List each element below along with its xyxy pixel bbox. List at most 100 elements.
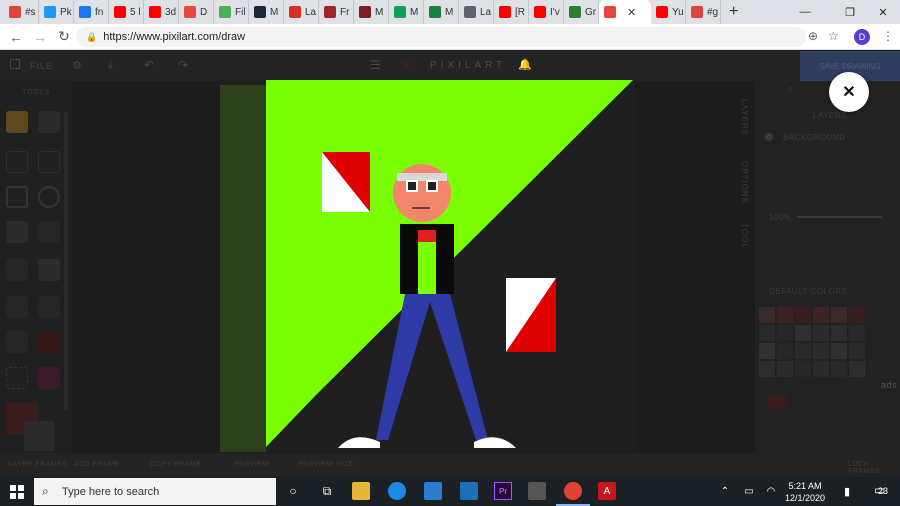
browser-tab[interactable]: fn (74, 0, 109, 24)
browser-tab[interactable]: Fr (319, 0, 354, 24)
browser-tab[interactable]: #s (4, 0, 39, 24)
select-tool-icon[interactable] (38, 259, 60, 281)
color-swatch[interactable] (777, 361, 793, 377)
browser-tab[interactable]: Yu (651, 0, 686, 24)
crop-tool-icon[interactable] (6, 367, 28, 389)
color-swatch[interactable] (831, 343, 847, 359)
new-tab-button[interactable]: + (721, 3, 746, 21)
color-swatch[interactable] (831, 361, 847, 377)
current-color-swatch[interactable] (767, 395, 787, 409)
tools-scrollbar[interactable] (64, 111, 68, 411)
task-view-icon[interactable]: ⧉ (318, 482, 336, 500)
browser-tab[interactable]: 3d (144, 0, 179, 24)
browser-tab[interactable]: Fil (214, 0, 249, 24)
back-icon[interactable]: ← (4, 25, 28, 49)
picker-tool-icon[interactable] (38, 221, 60, 243)
color-swatch[interactable] (849, 325, 865, 341)
mail-icon[interactable] (424, 482, 442, 500)
color-swatch[interactable] (795, 361, 811, 377)
close-dialog-button[interactable]: ✕ (829, 72, 869, 112)
copy-frame-button[interactable]: COPY FRAME (150, 461, 201, 468)
add-frame-button[interactable]: ADD FRAME (74, 461, 120, 468)
tab-tool[interactable]: TOOL (740, 223, 749, 249)
opacity-slider[interactable] (797, 216, 882, 218)
browser-tab[interactable]: #g (686, 0, 721, 24)
chevron-up-icon[interactable]: ⌃ (716, 482, 734, 500)
shade-tool-icon[interactable] (6, 331, 28, 353)
browser-tab[interactable]: La (284, 0, 319, 24)
browser-tab[interactable]: La (459, 0, 494, 24)
layer-visibility-icon[interactable] (765, 133, 773, 141)
heart-tool-icon[interactable] (38, 331, 60, 353)
store-icon[interactable] (528, 482, 546, 500)
layer-name[interactable]: BACKGROUND (783, 133, 845, 142)
restore-button[interactable]: ❐ (833, 0, 867, 24)
premiere-pro-icon[interactable]: Pr (494, 482, 512, 500)
file-explorer-icon[interactable] (352, 482, 370, 500)
color-swatch[interactable] (795, 325, 811, 341)
app-icon[interactable] (460, 482, 478, 500)
color-swatch[interactable] (759, 307, 775, 323)
browser-tab[interactable]: 5 l (109, 0, 144, 24)
browser-tab[interactable]: Pk (39, 0, 74, 24)
tab-layers[interactable]: LAYERS (740, 99, 749, 136)
line2-tool-icon[interactable] (38, 151, 60, 173)
color-swatch[interactable] (813, 307, 829, 323)
device-icon[interactable]: ▭ (740, 482, 758, 500)
color-swatch[interactable] (759, 325, 775, 341)
file-menu[interactable]: FILE (30, 61, 53, 71)
adobe-reader-icon[interactable]: A (598, 482, 616, 500)
avatar[interactable]: D (854, 29, 870, 45)
color-swatch[interactable] (777, 325, 793, 341)
browser-tab[interactable]: [R (494, 0, 529, 24)
start-button[interactable] (0, 477, 34, 506)
default-colors-label[interactable]: DEFAULT COLORS (769, 287, 847, 296)
browser-tab[interactable]: M (424, 0, 459, 24)
chart-icon[interactable]: ▮ (838, 482, 856, 500)
color-swatch[interactable] (813, 343, 829, 359)
network-icon[interactable]: ◠ (762, 482, 780, 500)
pencil-tool-icon[interactable] (6, 111, 28, 133)
forward-icon[interactable]: → (28, 25, 52, 49)
undo-icon[interactable]: ↶ (144, 58, 154, 72)
eraser-tool-icon[interactable] (38, 111, 60, 133)
text-tool-icon[interactable] (6, 296, 28, 318)
color-swatch[interactable] (813, 325, 829, 341)
color-swatch[interactable] (777, 343, 793, 359)
browser-tab[interactable]: Gr (564, 0, 599, 24)
search-icon[interactable]: ⌕ (787, 83, 793, 96)
browser-tab[interactable]: M (249, 0, 284, 24)
edge-icon[interactable] (388, 482, 406, 500)
color-swatch[interactable] (777, 307, 793, 323)
layer-frames-button[interactable]: LAYER FRAMES (8, 461, 68, 468)
hamburger-icon[interactable]: ☰ (370, 58, 381, 72)
color-swatch[interactable] (759, 343, 775, 359)
redo-icon[interactable]: ↷ (178, 58, 188, 72)
browser-tab[interactable]: M (354, 0, 389, 24)
fill-tool-icon[interactable] (6, 221, 28, 243)
color-swatch[interactable] (849, 343, 865, 359)
drawing-canvas[interactable] (220, 80, 635, 452)
minimize-button[interactable]: — (788, 0, 822, 24)
color-swatch[interactable] (831, 307, 847, 323)
color-swatch[interactable] (813, 361, 829, 377)
notification-icon[interactable]: ▭ 23 (872, 482, 890, 500)
color-swatch[interactable] (795, 307, 811, 323)
rectangle-tool-icon[interactable] (6, 186, 28, 208)
secondary-color-swatch[interactable] (24, 421, 54, 451)
color-swatch[interactable] (849, 361, 865, 377)
cortana-icon[interactable]: ○ (284, 482, 302, 500)
preview-size-select[interactable]: PREVIEW SIZE (298, 461, 354, 468)
color-tool-icon[interactable] (38, 367, 60, 389)
clock[interactable]: 5:21 AM 12/1/2020 (780, 480, 830, 504)
bell-icon[interactable]: 🔔 (518, 58, 532, 71)
browser-tab[interactable]: D (179, 0, 214, 24)
browser-tab[interactable]: I'v (529, 0, 564, 24)
star-icon[interactable]: ☆ (828, 29, 839, 43)
add-icon[interactable]: ⊕ (808, 29, 818, 43)
browser-tab[interactable]: M (389, 0, 424, 24)
color-swatch[interactable] (759, 361, 775, 377)
color-swatch[interactable] (795, 343, 811, 359)
close-tab-icon[interactable]: ✕ (627, 6, 636, 19)
taskbar-search-input[interactable]: ⌕ Type here to search (34, 478, 276, 505)
